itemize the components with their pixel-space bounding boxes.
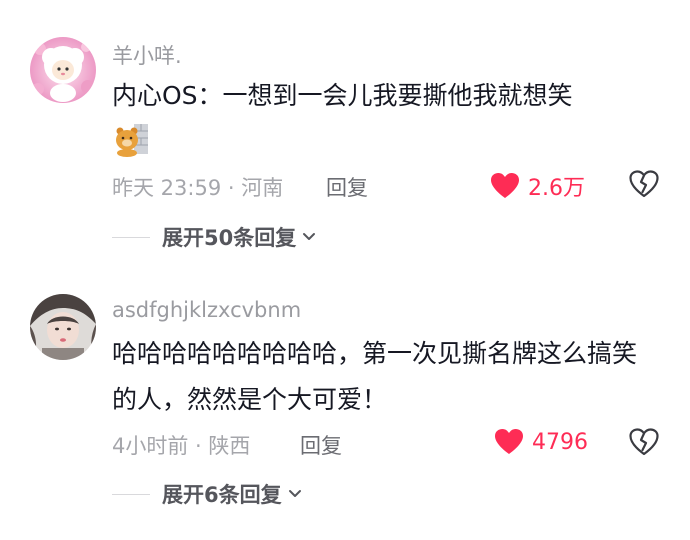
expand-replies-label: 展开6条回复 [162, 483, 282, 507]
like-button[interactable]: 2.6万 [490, 170, 585, 202]
reply-button[interactable]: 回复 [300, 430, 342, 460]
username[interactable]: asdfghjklzxcvbnm [112, 298, 301, 322]
heart-icon [495, 429, 523, 454]
chevron-down-icon [288, 490, 301, 497]
expand-replies-button[interactable]: 展开6条回复 [112, 479, 302, 509]
like-count: 2.6万 [528, 176, 585, 201]
bear-emoji-icon [112, 122, 152, 158]
comment-text: 内心OS：一想到一会儿我要撕他我就想笑 [112, 81, 573, 110]
comment-meta: 昨天 23:59 · 河南 [112, 176, 284, 200]
expand-replies-button[interactable]: 展开50条回复 [112, 222, 316, 252]
comment-item: 羊小咩. 内心OS：一想到一会儿我要撕他我就想笑 昨天 23:59 · 河南 回… [0, 0, 690, 270]
divider [112, 236, 150, 238]
avatar[interactable] [30, 37, 96, 103]
expand-replies-label: 展开50条回复 [162, 226, 297, 250]
like-count: 4796 [532, 429, 588, 455]
divider [112, 493, 150, 495]
reply-button[interactable]: 回复 [326, 172, 368, 202]
heart-icon [491, 173, 519, 198]
comment-text: 哈哈哈哈哈哈哈哈哈，第一次见撕名牌这么搞笑的人，然然是个大可爱！ [112, 339, 638, 414]
comment-item: asdfghjklzxcvbnm 哈哈哈哈哈哈哈哈哈，第一次见撕名牌这么搞笑的人… [0, 270, 690, 540]
avatar[interactable] [30, 294, 96, 360]
username[interactable]: 羊小咩. [112, 40, 182, 70]
chevron-down-icon [303, 233, 316, 240]
broken-heart-icon[interactable] [629, 428, 659, 456]
comment-meta: 4小时前 · 陕西 [112, 434, 251, 458]
like-button[interactable]: 4796 [494, 428, 588, 456]
broken-heart-icon[interactable] [629, 170, 659, 198]
